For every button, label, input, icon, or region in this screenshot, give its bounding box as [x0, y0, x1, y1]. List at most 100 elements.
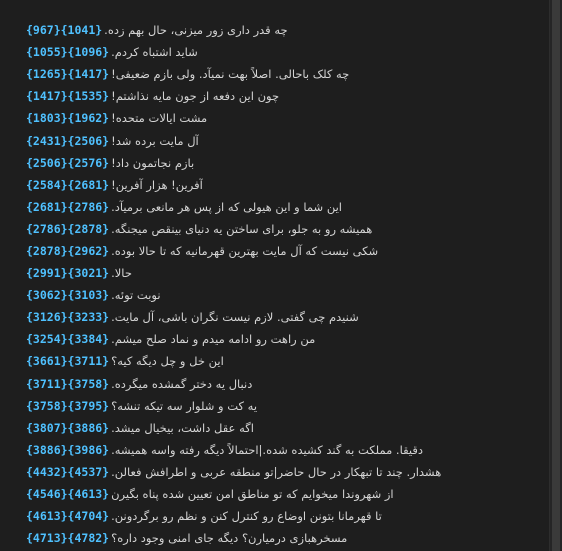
- end-frame: {4537}: [67, 464, 110, 479]
- end-frame: {1096}: [67, 45, 110, 60]
- subtitle-text: .دنبال یه دختر گمشده میگرده: [111, 376, 253, 391]
- subtitle-text: !آل مایت برده شد: [111, 133, 199, 148]
- subtitle-line[interactable]: {3886} {3986} .دقیقا. مملکت به گند کشیده ش…: [0, 439, 544, 461]
- start-frame: {1055}: [26, 45, 68, 60]
- end-frame: {4704}: [67, 509, 110, 524]
- subtitle-line[interactable]: {3661} {3711} این خل و چل دیگه کیه؟: [0, 350, 544, 372]
- subtitle-text: .چه قدر داری زور میزنی، حال بهم زده: [104, 23, 288, 38]
- start-frame: {1803}: [26, 111, 68, 126]
- subtitle-line[interactable]: {3126} {3233} .شنیدم چی گفتی. لازم نیست نگ…: [0, 306, 544, 328]
- subtitle-line[interactable]: {1055} {1096} .شاید اشتباه کردم: [0, 41, 544, 63]
- start-frame: {4613}: [26, 509, 68, 524]
- scrollbar-thumb[interactable]: [552, 0, 560, 551]
- subtitle-line[interactable]: {4546} {4613} از شهروندا میخوایم که تو منا…: [0, 483, 544, 505]
- start-frame: {2431}: [26, 133, 68, 148]
- end-frame: {1535}: [67, 89, 110, 104]
- subtitle-text: یه کت و شلوار سه تیکه تنشه؟: [111, 398, 258, 413]
- subtitle-lines: {967} {1041} .چه قدر داری زور میزنی، حال ب…: [0, 0, 544, 549]
- end-frame: {3758}: [67, 376, 110, 391]
- subtitle-line[interactable]: {1803} {1962} !مشت ایالات متحده: [0, 107, 544, 129]
- end-frame: {3233}: [67, 310, 110, 325]
- subtitle-text: !آفرین! هزار آفرین: [111, 177, 203, 192]
- start-frame: {967}: [26, 23, 61, 38]
- start-frame: {4713}: [26, 531, 68, 546]
- end-frame: {2506}: [67, 133, 110, 148]
- end-frame: {2786}: [67, 199, 110, 214]
- subtitle-line[interactable]: {2991} {3021} .حالا: [0, 262, 544, 284]
- end-frame: {2576}: [67, 155, 110, 170]
- end-frame: {2962}: [67, 243, 110, 258]
- end-frame: {4782}: [67, 531, 110, 546]
- subtitle-text: !بازم نجاتمون داد: [111, 155, 195, 170]
- start-frame: {2878}: [26, 243, 68, 258]
- subtitle-line[interactable]: {1265} {1417} !چه کلک باحالی. اصلاً بهت نم…: [0, 63, 544, 85]
- subtitle-line[interactable]: {3711} {3758} .دنبال یه دختر گمشده میگرده: [0, 373, 544, 395]
- subtitle-text: .شاید اشتباه کردم: [111, 45, 198, 60]
- end-frame: {3986}: [67, 442, 110, 457]
- subtitle-text: .نوبت توئه: [111, 288, 161, 303]
- subtitle-text: از شهروندا میخوایم که تو مناطق امن تعیین…: [111, 487, 394, 502]
- start-frame: {3711}: [26, 376, 68, 391]
- subtitle-line[interactable]: {3254} {3384} .من راهت رو ادامه میدم و نما…: [0, 328, 544, 350]
- start-frame: {3126}: [26, 310, 68, 325]
- subtitle-line[interactable]: {1417} {1535} !چون این دفعه از جون مایه نذ…: [0, 85, 544, 107]
- subtitle-text: .حالا: [111, 266, 132, 281]
- subtitle-line[interactable]: {2878} {2962} .شکی نیست که آل مایت بهترین …: [0, 240, 544, 262]
- start-frame: {3886}: [26, 442, 68, 457]
- subtitle-text: !چون این دفعه از جون مایه نذاشتم: [111, 89, 280, 104]
- vertical-scrollbar[interactable]: [549, 0, 562, 551]
- subtitle-line[interactable]: {2681} {2786} .این شما و این هیولی که از پ…: [0, 196, 544, 218]
- subtitle-text: .من راهت رو ادامه میدم و نماد صلح میشم: [111, 332, 316, 347]
- end-frame: {3711}: [67, 354, 110, 369]
- subtitle-text: .همیشه رو به جلو، برای ساختن یه دنیای بی…: [111, 221, 373, 236]
- subtitle-line[interactable]: {967} {1041} .چه قدر داری زور میزنی، حال ب…: [0, 19, 544, 41]
- subtitle-text: .تا قهرمانا بتونن اوضاع رو کنترل کنن و ن…: [111, 509, 382, 524]
- end-frame: {1962}: [67, 111, 110, 126]
- end-frame: {1417}: [67, 67, 110, 82]
- subtitle-text: .هشدار. چند تا تبهکار در حال حاضر|تو منط…: [111, 464, 442, 479]
- subtitle-line[interactable]: {3758} {3795} یه کت و شلوار سه تیکه تنشه؟: [0, 395, 544, 417]
- start-frame: {3758}: [26, 398, 68, 413]
- subtitle-line[interactable]: {3807} {3886} .اگه عقل داشت، بیخیال میشد: [0, 417, 544, 439]
- subtitle-text: این خل و چل دیگه کیه؟: [111, 354, 224, 369]
- subtitle-text: !چه کلک باحالی. اصلاً بهت نمیآد. ولی باز…: [111, 67, 350, 82]
- end-frame: {4613}: [67, 487, 110, 502]
- subtitle-editor[interactable]: {967} {1041} .چه قدر داری زور میزنی، حال ب…: [0, 0, 562, 551]
- end-frame: {1041}: [60, 23, 103, 38]
- subtitle-line[interactable]: {2506} {2576} !بازم نجاتمون داد: [0, 152, 544, 174]
- end-frame: {3795}: [67, 398, 110, 413]
- start-frame: {2506}: [26, 155, 68, 170]
- start-frame: {4432}: [26, 464, 68, 479]
- start-frame: {2786}: [26, 221, 68, 236]
- subtitle-line[interactable]: {2786} {2878} .همیشه رو به جلو، برای ساختن…: [0, 218, 544, 240]
- start-frame: {4546}: [26, 487, 68, 502]
- end-frame: {3384}: [67, 332, 110, 347]
- start-frame: {3807}: [26, 420, 68, 435]
- start-frame: {2681}: [26, 199, 68, 214]
- end-frame: {3021}: [67, 266, 110, 281]
- subtitle-line[interactable]: {4613} {4704} .تا قهرمانا بتونن اوضاع رو ک…: [0, 505, 544, 527]
- end-frame: {3886}: [67, 420, 110, 435]
- subtitle-text: .شکی نیست که آل مایت بهترین قهرمانیه که …: [111, 243, 379, 258]
- subtitle-line[interactable]: {4432} {4537} .هشدار. چند تا تبهکار در حال…: [0, 461, 544, 483]
- subtitle-line[interactable]: {2584} {2681} !آفرین! هزار آفرین: [0, 174, 544, 196]
- subtitle-text: .اگه عقل داشت، بیخیال میشد: [111, 420, 254, 435]
- start-frame: {3062}: [26, 288, 68, 303]
- start-frame: {1265}: [26, 67, 68, 82]
- end-frame: {2681}: [67, 177, 110, 192]
- subtitle-text: .این شما و این هیولی که از پس هر مانعی ب…: [111, 199, 342, 214]
- start-frame: {2991}: [26, 266, 68, 281]
- start-frame: {3661}: [26, 354, 68, 369]
- subtitle-line[interactable]: {2431} {2506} !آل مایت برده شد: [0, 129, 544, 151]
- start-frame: {1417}: [26, 89, 68, 104]
- start-frame: {3254}: [26, 332, 68, 347]
- subtitle-line[interactable]: {4713} {4782} مسخرهبازی درمیارن؟ دیگه جای …: [0, 527, 544, 549]
- subtitle-text: .شنیدم چی گفتی. لازم نیست نگران باشی، آل…: [111, 310, 359, 325]
- start-frame: {2584}: [26, 177, 68, 192]
- end-frame: {3103}: [67, 288, 110, 303]
- subtitle-text: !مشت ایالات متحده: [111, 111, 208, 126]
- subtitle-text: .دقیقا. مملکت به گند کشیده شده.|احتمالاً…: [111, 442, 423, 457]
- end-frame: {2878}: [67, 221, 110, 236]
- subtitle-text: مسخرهبازی درمیارن؟ دیگه جای امنی وجود دا…: [111, 531, 348, 546]
- subtitle-line[interactable]: {3062} {3103} .نوبت توئه: [0, 284, 544, 306]
